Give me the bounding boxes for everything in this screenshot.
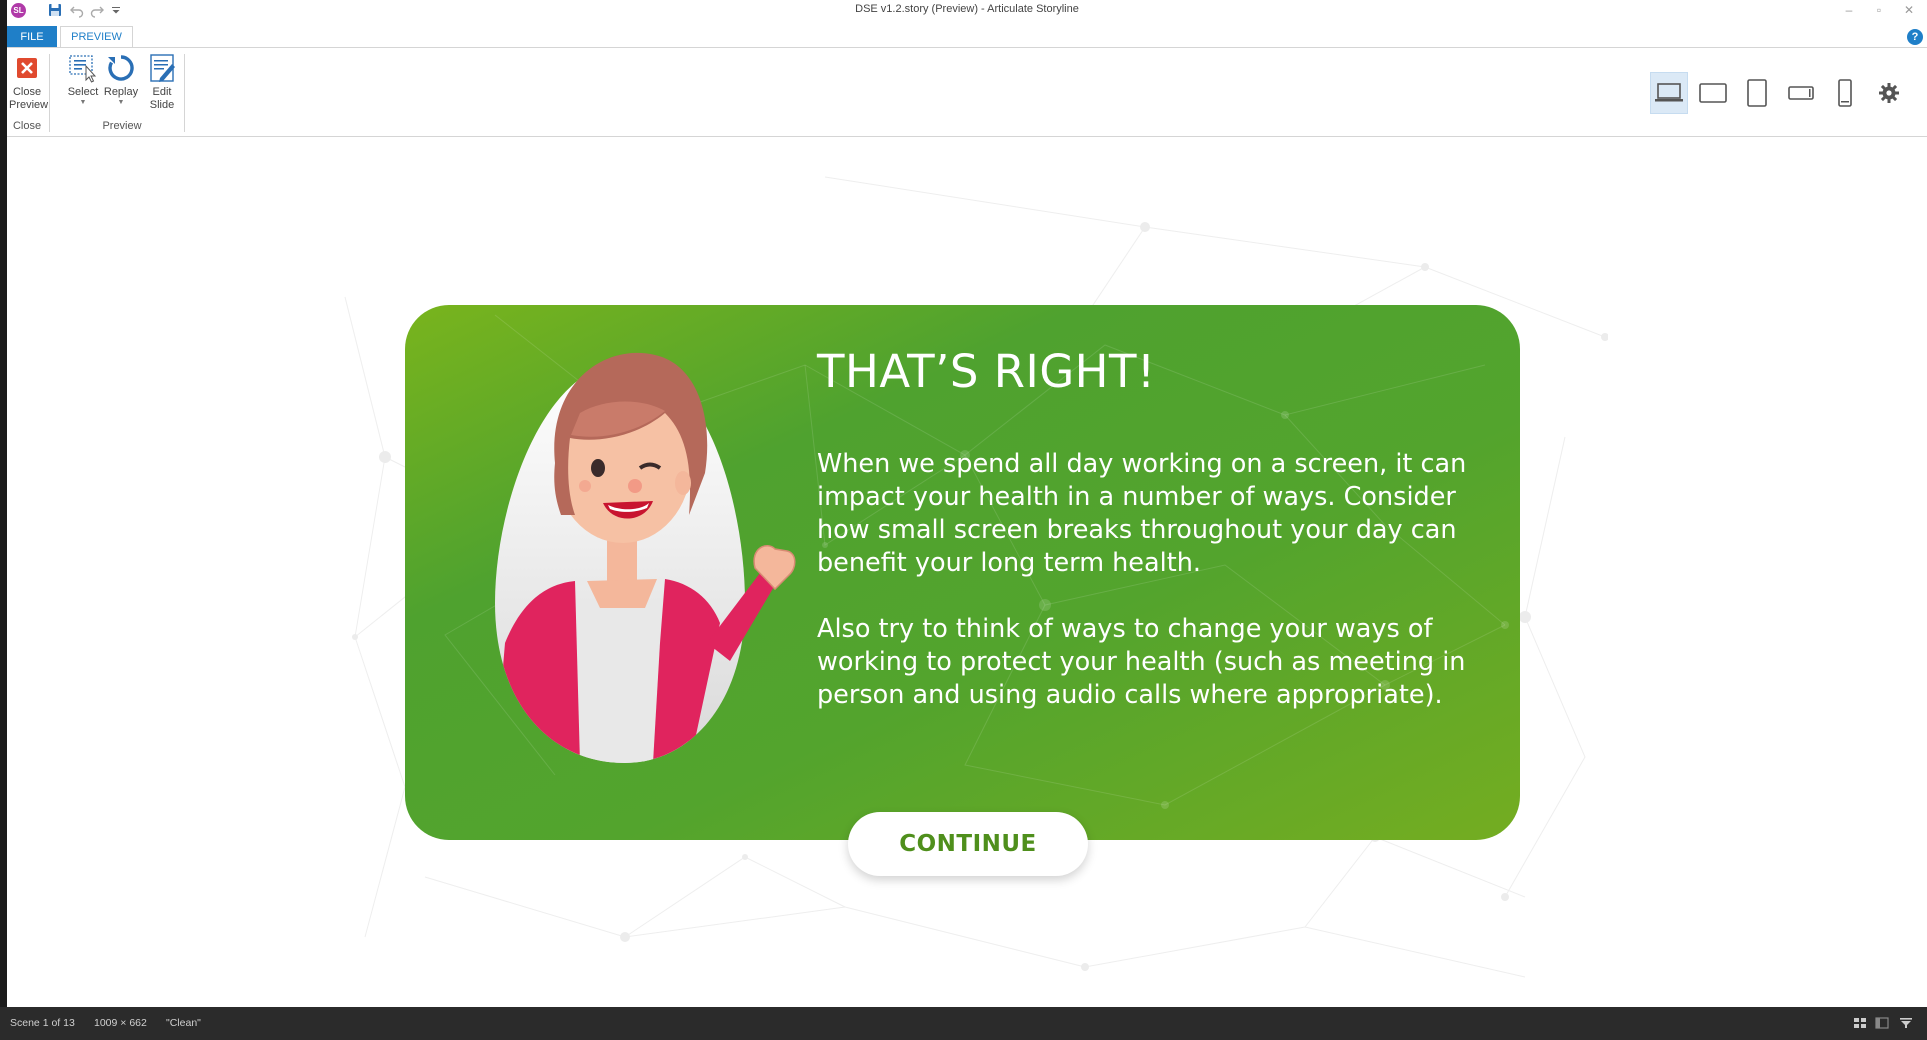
laptop-icon xyxy=(1655,83,1683,102)
filter-view-icon[interactable] xyxy=(1899,1017,1913,1029)
status-bar: Scene 1 of 13 1009 × 662 "Clean" xyxy=(0,1007,1927,1040)
ribbon-tabs: FILE PREVIEW ? xyxy=(7,26,1927,48)
tablet-portrait-icon xyxy=(1747,79,1767,107)
slide-dimensions: 1009 × 662 xyxy=(94,1017,147,1029)
replay-label: Replay xyxy=(103,86,139,98)
slide-headline: THAT’S RIGHT! xyxy=(817,345,1156,398)
preview-stage: THAT’S RIGHT! When we spend all day work… xyxy=(7,137,1927,1007)
edit-slide-label-1: Edit xyxy=(152,86,172,98)
group-separator xyxy=(49,54,50,132)
select-button[interactable]: Select ▼ xyxy=(65,52,101,107)
theme-name: "Clean" xyxy=(166,1017,201,1029)
slide-paragraph-1: When we spend all day working on a scree… xyxy=(817,449,1467,578)
select-label: Select xyxy=(67,86,99,98)
tab-preview[interactable]: PREVIEW xyxy=(60,26,133,48)
select-dropdown-icon[interactable]: ▼ xyxy=(65,99,101,107)
replay-icon xyxy=(105,52,137,84)
close-preview-label-1: Close xyxy=(12,86,42,98)
tab-file[interactable]: FILE xyxy=(7,26,57,48)
feedback-card: THAT’S RIGHT! When we spend all day work… xyxy=(405,305,1520,840)
close-preview-button[interactable]: Close Preview xyxy=(9,52,49,112)
phone-landscape-icon xyxy=(1788,86,1814,100)
device-phone-landscape-button[interactable] xyxy=(1782,72,1820,114)
device-phone-portrait-button[interactable] xyxy=(1826,72,1864,114)
normal-view-icon[interactable] xyxy=(1875,1017,1889,1029)
device-tablet-landscape-button[interactable] xyxy=(1694,72,1732,114)
device-tablet-portrait-button[interactable] xyxy=(1738,72,1776,114)
minimize-button[interactable]: – xyxy=(1839,2,1859,18)
slide-paragraph-2: Also try to think of ways to change your… xyxy=(817,614,1466,710)
replay-button[interactable]: Replay ▼ xyxy=(101,52,141,107)
close-window-button[interactable]: ✕ xyxy=(1899,2,1919,18)
replay-dropdown-icon[interactable]: ▼ xyxy=(101,99,141,107)
close-preview-label-2: Preview xyxy=(9,99,49,111)
restore-button[interactable]: ▫ xyxy=(1869,2,1889,18)
edit-slide-label-2: Slide xyxy=(149,99,175,111)
group-label-close: Close xyxy=(12,120,42,132)
grid-view-icon[interactable] xyxy=(1853,1017,1867,1029)
help-icon[interactable]: ? xyxy=(1907,29,1923,45)
winking-woman-character-illustration xyxy=(495,352,796,763)
storyline-preview-window: SL DSE v1.2.story (Preview) - Articulate… xyxy=(0,0,1927,1040)
select-icon xyxy=(67,52,99,84)
phone-portrait-icon xyxy=(1838,79,1852,107)
tablet-landscape-icon xyxy=(1699,83,1727,103)
group-label-preview: Preview xyxy=(102,120,142,132)
close-preview-icon xyxy=(11,52,43,84)
edit-slide-button[interactable]: Edit Slide xyxy=(145,52,179,112)
title-bar: SL DSE v1.2.story (Preview) - Articulate… xyxy=(7,0,1927,20)
settings-icon xyxy=(1879,83,1899,103)
group-separator xyxy=(184,54,185,132)
window-left-edge xyxy=(0,0,7,1040)
ribbon: Close Preview Close Select ▼ Replay ▼ Ed… xyxy=(7,47,1927,137)
device-laptop-button[interactable] xyxy=(1650,72,1688,114)
window-title: DSE v1.2.story (Preview) - Articulate St… xyxy=(855,3,1079,15)
settings-button[interactable] xyxy=(1870,72,1908,114)
scene-indicator: Scene 1 of 13 xyxy=(10,1017,75,1029)
edit-slide-icon xyxy=(146,52,178,84)
continue-button[interactable]: CONTINUE xyxy=(848,812,1088,876)
